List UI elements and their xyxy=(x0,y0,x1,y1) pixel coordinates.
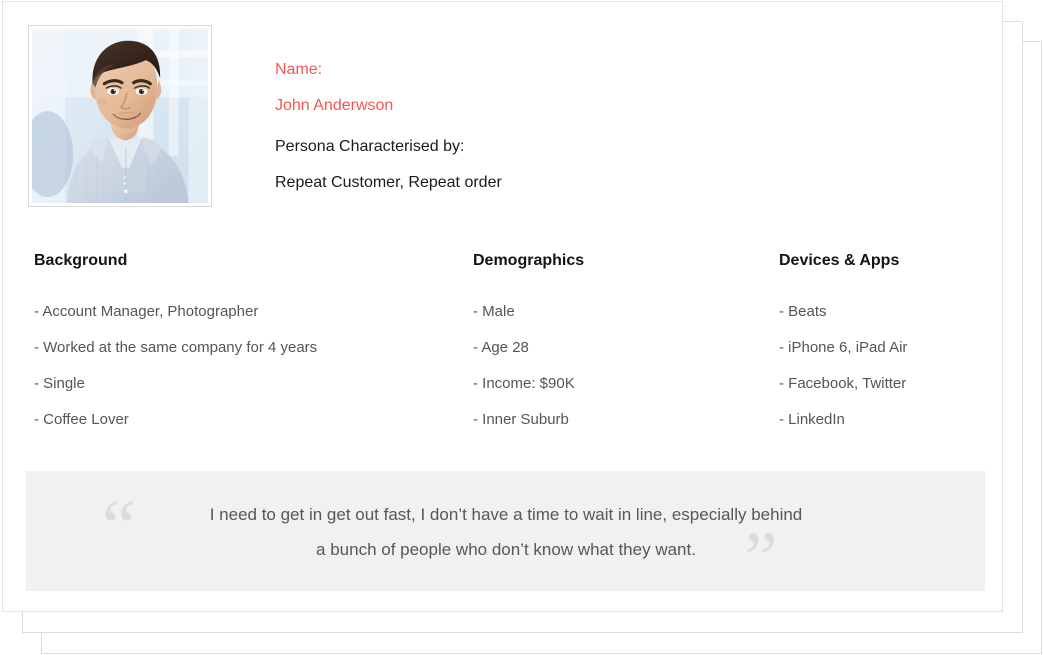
persona-photo xyxy=(32,29,208,203)
persona-quote-block: “ I need to get in get out fast, I don’t… xyxy=(26,471,985,597)
column-list-background: - Account Manager, Photographer - Worked… xyxy=(34,294,454,438)
list-item: - Inner Suburb xyxy=(473,411,569,428)
persona-card-stack: Name: John Anderwson Persona Characteris… xyxy=(0,0,1043,655)
list-item: - Coffee Lover xyxy=(34,411,129,428)
list-item: - Income: $90K xyxy=(473,375,575,392)
portrait-illustration xyxy=(32,29,208,203)
column-devices-and-apps: Devices & Apps - Beats - iPhone 6, iPad … xyxy=(779,250,999,438)
list-item: - LinkedIn xyxy=(779,411,845,428)
column-list-devices-and-apps: - Beats - iPhone 6, iPad Air - Facebook,… xyxy=(779,294,999,438)
column-title-devices-and-apps: Devices & Apps xyxy=(779,252,900,269)
list-item: - Single xyxy=(34,375,85,392)
list-item: - Facebook, Twitter xyxy=(779,375,907,392)
quote-open-icon: “ xyxy=(102,485,136,569)
list-item: - Age 28 xyxy=(473,339,529,356)
list-item: - Account Manager, Photographer xyxy=(34,303,259,320)
persona-characterised-by-value: Repeat Customer, Repeat order xyxy=(275,174,502,191)
list-item: - Worked at the same company for 4 years xyxy=(34,339,318,356)
column-demographics: Demographics - Male - Age 28 - Income: $… xyxy=(473,250,753,438)
list-item: - iPhone 6, iPad Air xyxy=(779,339,908,356)
name-value: John Anderwson xyxy=(275,97,394,114)
persona-identity: Name: John Anderwson Persona Characteris… xyxy=(275,52,502,201)
persona-card: Name: John Anderwson Persona Characteris… xyxy=(2,1,1003,612)
quote-close-icon: ” xyxy=(744,517,778,601)
column-title-demographics: Demographics xyxy=(473,252,585,269)
list-item: - Male xyxy=(473,303,515,320)
persona-photo-frame xyxy=(28,25,212,207)
persona-characterised-by-label: Persona Characterised by: xyxy=(275,138,465,155)
name-label: Name: xyxy=(275,61,323,78)
column-list-demographics: - Male - Age 28 - Income: $90K - Inner S… xyxy=(473,294,753,438)
column-title-background: Background xyxy=(34,252,128,269)
list-item: - Beats xyxy=(779,303,827,320)
column-background: Background - Account Manager, Photograph… xyxy=(34,250,454,438)
